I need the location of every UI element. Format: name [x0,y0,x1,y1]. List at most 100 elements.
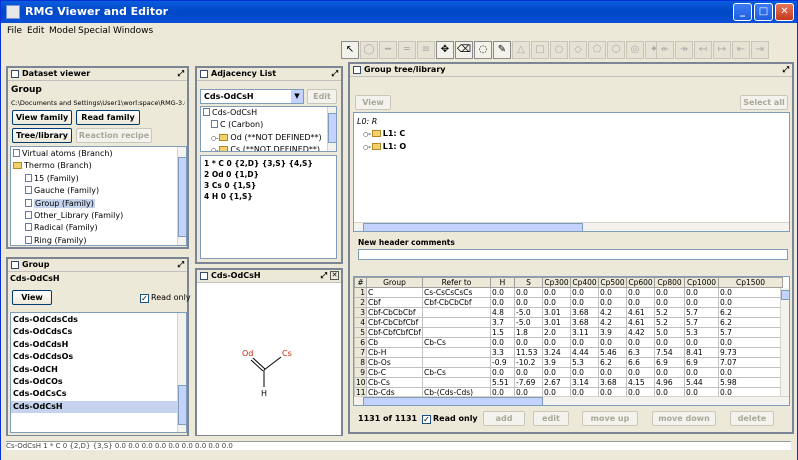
atom-icon[interactable]: ◯ [360,41,378,59]
table-cell[interactable]: 0.0 [570,337,599,348]
column-header[interactable]: H [490,277,515,288]
table-cell[interactable]: 2 [354,297,367,308]
table-cell[interactable]: 5.7 [718,327,783,338]
tree-node[interactable]: Virtual atoms (Branch) [13,148,186,160]
tree-node[interactable]: Ring (Family) [13,235,186,245]
table-cell[interactable]: 0.0 [654,367,685,378]
select-all-button[interactable]: Select all [740,95,788,110]
table-cell[interactable]: 9.73 [718,347,783,358]
close-icon[interactable]: ✕ [330,271,339,280]
table-cell[interactable]: 4 [354,317,367,328]
table-cell[interactable]: 6.9 [654,357,685,368]
table-cell[interactable]: Cbf-CbCbfCbf [366,317,423,328]
action-2-icon[interactable]: ↠ [675,41,693,59]
read-family-button[interactable]: Read family [76,110,140,125]
menu-special[interactable]: Special [78,26,110,36]
table-cell[interactable]: 6.6 [626,357,655,368]
tree-node[interactable]: Group (Family) [13,198,186,210]
table-cell[interactable]: 3.01 [542,317,571,328]
action-3-icon[interactable]: ↤ [694,41,712,59]
list-item[interactable]: Cds-OdCOs [11,376,186,388]
group-read-only[interactable]: ✓ Read only [140,293,191,303]
table-cell[interactable]: -7.69 [514,377,543,388]
table-cell[interactable]: 3.9 [598,327,627,338]
table-cell[interactable] [422,377,491,388]
tree-node[interactable]: C (Carbon) [203,119,336,131]
table-cell[interactable]: 0.0 [490,297,515,308]
group-tree-view-button[interactable]: View [355,95,391,110]
shape-4-icon[interactable]: ◇ [569,41,587,59]
table-cell[interactable]: 0.0 [490,337,515,348]
table-cell[interactable]: 5.7 [684,307,719,318]
list-item[interactable]: Cds-OdCH [11,364,186,376]
table-cell[interactable]: 2.0 [542,327,571,338]
table-cell[interactable]: 6.2 [598,357,627,368]
table-cell[interactable]: 0.0 [514,337,543,348]
table-row[interactable]: 9 Cb-C Cb-Cs 0.0 0.0 0.0 0.0 0.0 0.0 0.0 0.0 0.0 [354,367,783,378]
table-cell[interactable]: 0.0 [490,367,515,378]
shape-2-icon[interactable]: □ [531,41,549,59]
table-cell[interactable]: 5 [354,327,367,338]
pen-icon[interactable]: ✎ [493,41,511,59]
tree-node[interactable]: 15 (Family) [13,173,186,185]
shape-7-icon[interactable]: ◎ [626,41,644,59]
table-cell[interactable]: 0.0 [626,367,655,378]
table-cell[interactable]: 4.42 [626,327,655,338]
table-cell[interactable]: Cb-H [366,347,423,358]
grouptree-read-only[interactable]: ✓ Read only [422,414,478,424]
table-cell[interactable]: 0.0 [542,367,571,378]
table-row[interactable]: 8 Cb-Os -0.9 -10.2 3.9 5.3 6.2 6.6 6.9 6.9 7.07 [354,357,783,368]
table-cell[interactable]: 4.2 [598,307,627,318]
table-cell[interactable]: Cb-C [366,367,423,378]
table-cell[interactable]: 3 [354,307,367,318]
tree-node[interactable]: Radical (Family) [13,222,186,234]
table-cell[interactable]: 0.0 [514,367,543,378]
table-row[interactable]: 7 Cb-H 3.3 11.53 3.24 4.44 5.46 6.3 7.54 8.41 9.73 [354,347,783,358]
tree-node[interactable]: L0: R [357,116,789,128]
table-cell[interactable]: Cbf-CbfCbfCbf [366,327,423,338]
table-cell[interactable]: 0.0 [684,297,719,308]
table-cell[interactable]: 1 [354,287,367,298]
header-comments-field[interactable] [358,249,788,260]
expand-toggle-icon[interactable]: ○- [211,147,218,151]
table-cell[interactable]: 6.2 [718,307,783,318]
table-cell[interactable]: 5.44 [684,377,719,388]
table-cell[interactable]: Cb-Os [366,357,423,368]
table-cell[interactable]: 0.0 [654,297,685,308]
list-item[interactable]: Cds-OdCdsCds [11,314,186,326]
table-cell[interactable] [422,357,491,368]
table-cell[interactable]: 0.0 [684,287,719,298]
table-cell[interactable] [422,327,491,338]
thermo-table-hscroll[interactable] [354,396,789,405]
table-cell[interactable]: -5.0 [514,307,543,318]
list-item[interactable]: Cds-OdCsH [11,400,186,414]
checkbox-icon[interactable]: ✓ [422,415,431,424]
table-cell[interactable]: 4.2 [598,317,627,328]
table-cell[interactable]: 5.0 [654,327,685,338]
shape-3-icon[interactable]: ○ [550,41,568,59]
table-cell[interactable]: 5.51 [490,377,515,388]
menu-file[interactable]: File [7,26,22,36]
table-cell[interactable]: 2.67 [542,377,571,388]
adjacency-tree-scrollbar[interactable] [327,107,336,151]
column-header[interactable]: Refer to [422,277,491,288]
table-cell[interactable]: Cbf-CbCbCbf [366,307,423,318]
table-cell[interactable]: 0.0 [718,337,783,348]
maximize-button[interactable]: □ [754,3,773,21]
add-button[interactable]: add [483,411,525,426]
table-cell[interactable]: 8 [354,357,367,368]
table-cell[interactable]: 0.0 [490,287,515,298]
eraser-icon[interactable]: ⌫ [455,41,473,59]
table-cell[interactable]: 3.7 [490,317,515,328]
table-cell[interactable]: 0.0 [570,287,599,298]
table-cell[interactable]: 5.3 [570,357,599,368]
table-cell[interactable]: 0.0 [542,297,571,308]
table-cell[interactable]: 8.41 [684,347,719,358]
table-row[interactable]: 3 Cbf-CbCbCbf 4.8 -5.0 3.01 3.68 4.2 4.61 5.2 5.7… [354,307,783,318]
table-cell[interactable]: -5.0 [514,317,543,328]
group-view-button[interactable]: View [12,290,52,305]
table-cell[interactable]: 4.61 [626,307,655,318]
table-cell[interactable]: 4.61 [626,317,655,328]
table-cell[interactable]: 6.2 [718,317,783,328]
table-row[interactable]: 2 Cbf Cbf-CbCbCbf 0.0 0.0 0.0 0.0 0.0 0.0 0.0 0.0 0… [354,297,783,308]
